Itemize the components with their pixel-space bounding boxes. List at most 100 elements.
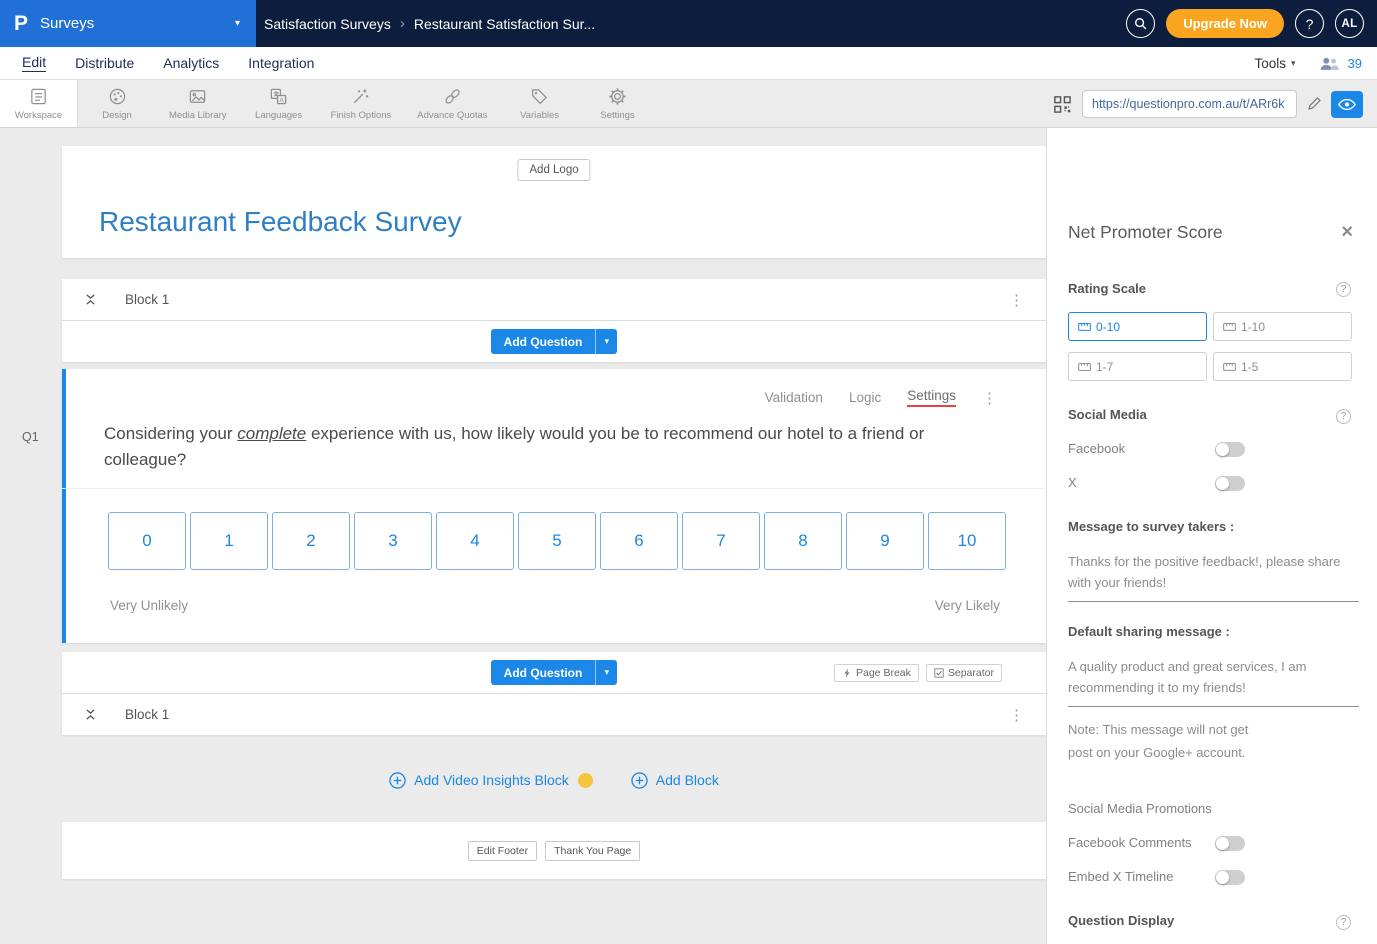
question-menu-icon[interactable]: ⋮ [982,389,997,407]
nps-score-9[interactable]: 9 [846,512,924,570]
question-display-help-icon[interactable]: ? [1336,915,1351,930]
survey-title[interactable]: Restaurant Feedback Survey [99,206,462,238]
breadcrumb-separator-icon: › [400,15,405,32]
scale-icon [1223,362,1236,372]
collapse-block-icon[interactable] [85,293,96,306]
scale-option-1-5[interactable]: 1-5 [1213,352,1352,381]
add-question-button[interactable]: Add Question ▾ [491,660,618,685]
question-tabs: Validation Logic Settings ⋮ [765,388,997,407]
page-break-button[interactable]: Page Break [834,664,919,682]
add-video-insights-block-link[interactable]: Add Video Insights Block [389,772,593,789]
scale-option-label: 1-7 [1096,360,1113,374]
facebook-toggle[interactable] [1215,442,1245,457]
toolbar-item-variables[interactable]: Variables [501,80,579,127]
tab-integration[interactable]: Integration [248,47,314,79]
survey-header-card: Add Logo Restaurant Feedback Survey [62,146,1046,258]
preview-button[interactable] [1331,91,1363,118]
tab-label: Integration [248,55,314,71]
close-icon[interactable]: × [1341,222,1353,242]
tools-menu[interactable]: Tools [1254,56,1286,71]
collapse-block-icon[interactable] [85,708,96,721]
scale-option-1-7[interactable]: 1-7 [1068,352,1207,381]
block-title[interactable]: Block 1 [125,707,169,722]
tab-edit[interactable]: Edit [22,47,46,79]
help-button[interactable]: ? [1295,9,1324,38]
qr-code-button[interactable] [1053,95,1072,114]
rating-scale-help-icon[interactable]: ? [1336,282,1351,297]
collaborators-icon[interactable] [1318,56,1340,71]
toolbar-item-workspace[interactable]: Workspace [0,80,78,127]
toolbar-item-languages[interactable]: A Languages [240,80,318,127]
qr-code-icon [1053,95,1072,114]
app-switcher[interactable]: P Surveys ▾ [0,0,256,47]
add-block-link[interactable]: Add Block [631,772,719,789]
toolbar-item-advance-quotas[interactable]: Advance Quotas [404,80,500,127]
social-media-help-icon[interactable]: ? [1336,409,1351,424]
thank-you-page-button[interactable]: Thank You Page [545,841,640,861]
toolbar-item-label: Design [102,110,132,121]
add-question-dropdown[interactable]: ▾ [595,660,617,685]
scale-option-0-10[interactable]: 0-10 [1068,312,1207,341]
x-toggle[interactable] [1215,476,1245,491]
app-name: Surveys [40,15,94,32]
chevron-down-icon: ▾ [1291,58,1296,69]
question-tab-logic[interactable]: Logic [849,390,881,405]
tab-analytics[interactable]: Analytics [163,47,219,79]
add-question-button[interactable]: Add Question ▾ [491,329,618,354]
edit-footer-button[interactable]: Edit Footer [468,841,537,861]
nps-score-10[interactable]: 10 [928,512,1006,570]
nps-score-4[interactable]: 4 [436,512,514,570]
question-tab-validation[interactable]: Validation [765,390,823,405]
question-number: Q1 [22,430,39,444]
scale-icon [1223,322,1236,332]
question-text[interactable]: Considering your complete experience wit… [104,421,1000,473]
nps-left-label: Very Unlikely [110,598,188,613]
media-library-icon [188,86,207,106]
question-tab-settings[interactable]: Settings [907,388,956,407]
edit-url-button[interactable] [1307,97,1321,111]
breadcrumb-parent[interactable]: Satisfaction Surveys [264,16,391,32]
nps-score-8[interactable]: 8 [764,512,842,570]
tab-distribute[interactable]: Distribute [75,47,134,79]
nps-score-3[interactable]: 3 [354,512,432,570]
toolbar-item-settings[interactable]: Settings [579,80,657,127]
default-sharing-field[interactable]: A quality product and great services, I … [1068,656,1359,707]
nps-score-1[interactable]: 1 [190,512,268,570]
toolbar-item-label: Media Library [169,110,227,121]
add-logo-button[interactable]: Add Logo [517,159,590,181]
add-question-dropdown[interactable]: ▾ [595,329,617,354]
scale-option-1-10[interactable]: 1-10 [1213,312,1352,341]
block-title[interactable]: Block 1 [125,292,169,307]
message-to-takers-label: Message to survey takers : [1068,519,1234,534]
nps-score-7[interactable]: 7 [682,512,760,570]
message-to-takers-field[interactable]: Thanks for the positive feedback!, pleas… [1068,551,1359,602]
advance-quotas-icon [443,86,462,106]
survey-url-input[interactable] [1082,90,1297,118]
block-menu-icon[interactable]: ⋮ [1009,706,1024,724]
toolbar-item-media-library[interactable]: Media Library [156,80,240,127]
social-media-label: Social Media [1068,407,1147,422]
facebook-comments-toggle[interactable] [1215,836,1245,851]
separator-button[interactable]: Separator [926,664,1002,682]
facebook-comments-label: Facebook Comments [1068,835,1192,850]
embed-x-timeline-toggle[interactable] [1215,870,1245,885]
nps-score-0[interactable]: 0 [108,512,186,570]
toolbar-item-finish-options[interactable]: Finish Options [318,80,405,127]
top-bar: P Surveys ▾ Satisfaction Surveys › Resta… [0,0,1377,47]
page-break-label: Page Break [856,667,911,679]
search-button[interactable] [1126,9,1155,38]
toolbar-item-design[interactable]: Design [78,80,156,127]
nps-score-2[interactable]: 2 [272,512,350,570]
upgrade-button[interactable]: Upgrade Now [1166,9,1284,38]
block-menu-icon[interactable]: ⋮ [1009,291,1024,309]
workspace-icon [29,86,48,106]
editor-toolbar: Workspace Design Media Library A Languag… [0,80,1377,128]
nps-anchor-labels: Very Unlikely Very Likely [110,598,1000,613]
chevron-down-icon: ▾ [235,18,240,29]
toolbar-item-label: Variables [520,110,559,121]
pencil-icon [1307,97,1321,111]
question-card[interactable]: Validation Logic Settings ⋮ Considering … [62,369,1046,643]
nps-score-5[interactable]: 5 [518,512,596,570]
nps-score-6[interactable]: 6 [600,512,678,570]
avatar[interactable]: AL [1335,9,1364,38]
